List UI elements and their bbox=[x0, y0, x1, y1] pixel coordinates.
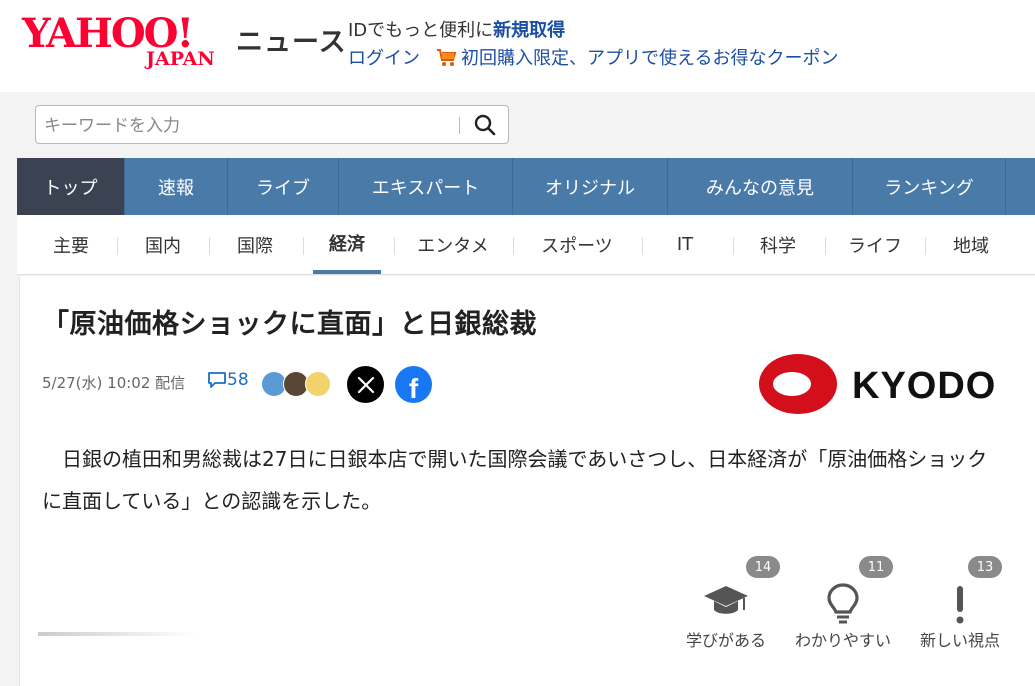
facebook-icon: f bbox=[408, 372, 419, 404]
signup-link[interactable]: 新規取得 bbox=[493, 20, 565, 41]
search-box bbox=[35, 105, 509, 144]
reaction-understandable[interactable]: 11 わかりやすい bbox=[788, 556, 898, 656]
article: 「原油価格ショックに直面」と日銀総裁 5/27(水) 10:02 配信 58 f… bbox=[19, 276, 1035, 686]
lightbulb-icon bbox=[788, 582, 898, 626]
login-link[interactable]: ログイン bbox=[348, 44, 420, 70]
exclamation-icon bbox=[905, 582, 1015, 626]
reaction-learn[interactable]: 14 学びがある bbox=[671, 556, 781, 656]
category-divider bbox=[733, 237, 734, 255]
main-nav-ranking[interactable]: ランキング bbox=[853, 158, 1006, 215]
source-name: KYODO bbox=[852, 365, 997, 407]
category-tab-main[interactable]: 主要 bbox=[35, 215, 107, 274]
reaction-new-perspective[interactable]: 13 新しい視点 bbox=[905, 556, 1015, 656]
coupon-text: 初回購入限定、アプリで使えるお得なクーポン bbox=[461, 48, 839, 69]
logo-japan-text: JAPAN bbox=[146, 48, 215, 70]
category-tab-domestic[interactable]: 国内 bbox=[127, 215, 199, 274]
article-body: 日銀の植田和男総裁は27日に日銀本店で開いた国際会議であいさつし、日本経済が「原… bbox=[42, 438, 1002, 522]
yahoo-japan-logo[interactable]: YAHOO! JAPAN bbox=[22, 12, 237, 72]
graduation-cap-icon bbox=[671, 582, 781, 626]
main-nav-breaking[interactable]: 速報 bbox=[125, 158, 228, 215]
comment-count: 58 bbox=[227, 370, 249, 390]
coupon-link[interactable]: 初回購入限定、アプリで使えるお得なクーポン bbox=[436, 44, 838, 70]
category-tab-life[interactable]: ライフ bbox=[835, 215, 915, 274]
service-name[interactable]: ニュース bbox=[236, 20, 347, 59]
category-divider bbox=[825, 237, 826, 255]
main-nav-live[interactable]: ライブ bbox=[228, 158, 339, 215]
category-tab-economy[interactable]: 経済 bbox=[313, 215, 381, 274]
main-nav-original[interactable]: オリジナル bbox=[513, 158, 668, 215]
comment-link[interactable]: 58 bbox=[207, 370, 249, 390]
article-datetime: 5/27(水) 10:02 配信 bbox=[42, 374, 186, 392]
commenter-avatars[interactable] bbox=[261, 371, 331, 397]
reaction-label: わかりやすい bbox=[794, 631, 891, 650]
reaction-count: 13 bbox=[968, 556, 1002, 578]
search-icon bbox=[474, 114, 496, 136]
article-body-text: 日銀の植田和男総裁は27日に日銀本店で開いた国際会議であいさつし、日本経済が「原… bbox=[42, 447, 988, 513]
category-nav: 主要 国内 国際 経済 エンタメ スポーツ IT 科学 ライフ 地域 bbox=[17, 215, 1035, 275]
category-divider bbox=[925, 237, 926, 255]
main-nav-expert[interactable]: エキスパート bbox=[339, 158, 513, 215]
reaction-count: 11 bbox=[859, 556, 893, 578]
search-input[interactable] bbox=[42, 112, 456, 140]
category-divider bbox=[117, 237, 118, 255]
kyodo-emblem-icon bbox=[759, 354, 837, 414]
category-tab-science[interactable]: 科学 bbox=[743, 215, 813, 274]
id-promo-text: IDでもっと便利に bbox=[348, 20, 494, 41]
shopping-cart-icon bbox=[437, 49, 457, 66]
search-band bbox=[17, 92, 1035, 158]
category-tab-local[interactable]: 地域 bbox=[935, 215, 1007, 274]
category-divider bbox=[513, 237, 514, 255]
category-tab-entertainment[interactable]: エンタメ bbox=[407, 215, 499, 274]
reaction-count: 14 bbox=[746, 556, 780, 578]
category-tab-sports[interactable]: スポーツ bbox=[527, 215, 627, 274]
reaction-label: 学びがある bbox=[685, 631, 766, 650]
share-facebook-button[interactable]: f bbox=[395, 366, 432, 403]
category-divider bbox=[642, 237, 643, 255]
category-divider bbox=[394, 237, 395, 255]
x-logo-icon bbox=[357, 376, 374, 393]
article-title: 「原油価格ショックに直面」と日銀総裁 bbox=[42, 309, 537, 340]
main-nav: トップ 速報 ライブ エキスパート オリジナル みんなの意見 ランキング bbox=[17, 158, 1035, 215]
source-logo[interactable]: KYODO bbox=[758, 353, 998, 415]
main-nav-opinions[interactable]: みんなの意見 bbox=[668, 158, 853, 215]
search-button[interactable] bbox=[470, 112, 500, 138]
search-divider bbox=[459, 117, 460, 134]
category-divider bbox=[303, 237, 304, 255]
loading-bar bbox=[38, 632, 198, 636]
comment-icon bbox=[208, 372, 226, 388]
reaction-label: 新しい視点 bbox=[919, 631, 1000, 650]
category-tab-it[interactable]: IT bbox=[657, 215, 713, 274]
category-tab-international[interactable]: 国際 bbox=[219, 215, 291, 274]
avatar bbox=[305, 371, 331, 397]
share-x-button[interactable] bbox=[347, 366, 384, 403]
id-promo: IDでもっと便利に新規取得 bbox=[348, 16, 565, 42]
main-nav-top[interactable]: トップ bbox=[17, 158, 125, 215]
site-header: YAHOO! JAPAN ニュース IDでもっと便利に新規取得 ログイン 初回購… bbox=[0, 0, 1035, 92]
category-divider bbox=[209, 237, 210, 255]
